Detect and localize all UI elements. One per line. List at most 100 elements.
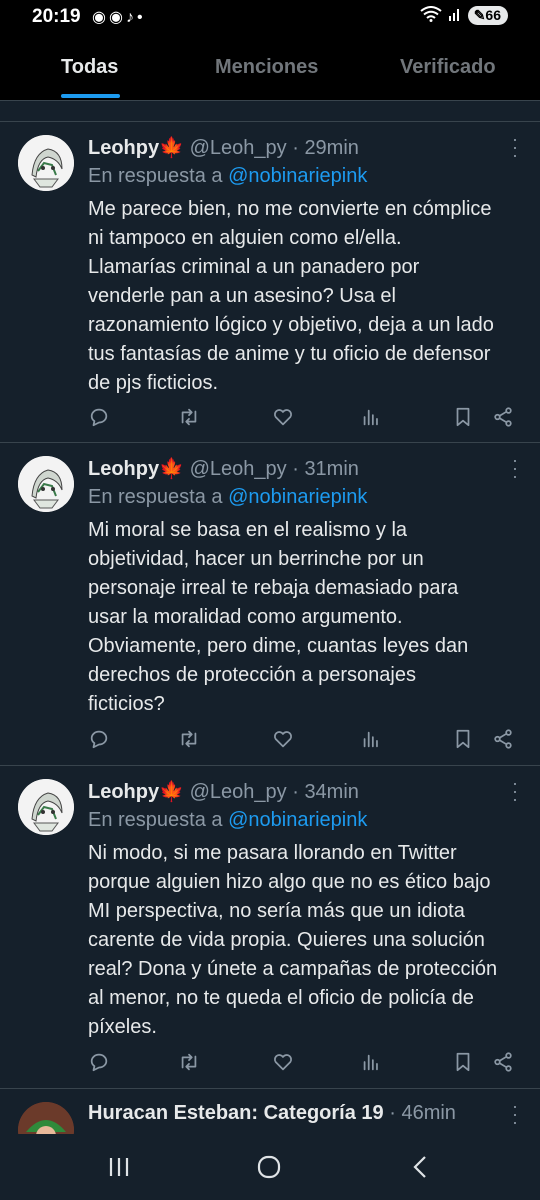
bookmark-icon[interactable] [452, 1051, 476, 1075]
tweet-actions [88, 728, 528, 752]
tweet-time[interactable]: 29min [304, 137, 358, 159]
more-options-icon[interactable]: · · · [512, 130, 518, 164]
discord-icon: ◉ [108, 9, 126, 26]
share-icon[interactable] [492, 728, 516, 752]
author-handle[interactable]: @Leoh_py [190, 458, 287, 480]
reply-icon[interactable] [88, 406, 112, 430]
views-icon[interactable] [360, 1051, 384, 1075]
signal-icon [448, 7, 462, 24]
tweet[interactable]: Huracan Esteban: Categoría 19 · 46min · ·… [0, 1089, 540, 1134]
tweet-text-line: derechos de protección a personajes [88, 664, 416, 686]
author-name[interactable]: Leohpy [88, 137, 159, 159]
tweet-actions [88, 406, 528, 430]
tweet-author[interactable]: Huracan Esteban: Categoría 19 · 46min [88, 1102, 456, 1125]
tweet-text-line: al menor, no te queda el oficio de polic… [88, 987, 474, 1009]
tweet-author[interactable]: Leohpy🍁 @Leoh_py · 34min [88, 779, 359, 804]
tweet-text-line: MI perspectiva, no sería más que un idio… [88, 900, 465, 922]
author-name[interactable]: Leohpy [88, 458, 159, 480]
tab-verificado[interactable]: Verificado [400, 56, 496, 79]
avatar[interactable] [18, 1102, 74, 1134]
active-tab-indicator [61, 94, 120, 98]
system-navigation-bar [0, 1134, 540, 1200]
author-handle[interactable]: @Leoh_py [190, 781, 287, 803]
tweet-text-line: Mi moral se basa en el realismo y la [88, 519, 408, 541]
tab-todas[interactable]: Todas [61, 56, 118, 79]
tweet-text: Me parece bien, no me convierte en cómpl… [88, 195, 528, 398]
tweet-author[interactable]: Leohpy🍁 @Leoh_py · 29min [88, 135, 359, 160]
avatar[interactable] [18, 779, 74, 835]
discord-icon: ◉ [92, 9, 109, 26]
tweet-text-line: porque alguien hizo algo que no es ético… [88, 871, 491, 893]
retweet-icon[interactable] [178, 1051, 202, 1075]
share-icon[interactable] [492, 1051, 516, 1075]
recent-apps-icon[interactable] [104, 1152, 134, 1182]
tweet-text-line: objetividad, hacer un berrinche por un [88, 548, 424, 570]
author-name[interactable]: Huracan Esteban: Categoría 19 [88, 1102, 384, 1124]
separator: · [292, 781, 299, 803]
battery-icon: ✎ [473, 7, 486, 23]
status-time: 20:19 [32, 6, 81, 27]
tweet-time[interactable]: 31min [304, 458, 358, 480]
more-options-icon[interactable]: · · · [512, 451, 518, 485]
tweet-text-line: Me parece bien, no me convierte en cómpl… [88, 198, 492, 220]
author-handle[interactable]: @Leoh_py [190, 137, 287, 159]
tweet-text-line: ficticios? [88, 693, 165, 715]
tweet-time[interactable]: 46min [401, 1102, 455, 1124]
tweet-text-line: Obviamente, pero dime, cuantas leyes dan [88, 635, 469, 657]
tiktok-icon: ♪ [125, 9, 137, 26]
tweet-time[interactable]: 34min [304, 781, 358, 803]
more-options-icon[interactable]: · · · [512, 774, 518, 808]
retweet-icon[interactable] [178, 728, 202, 752]
mention-link[interactable]: @nobinariepink [228, 486, 367, 508]
share-icon[interactable] [492, 406, 516, 430]
tweet-text-line: personaje irreal te rebaja demasiado par… [88, 577, 459, 599]
status-bar: 20:19 ◉◉♪• ✎66 [0, 0, 540, 36]
tweet-text-line: píxeles. [88, 1016, 157, 1038]
tweet-text-line: Llamarías criminal a un panadero por [88, 256, 420, 278]
tweet[interactable]: Leohpy🍁 @Leoh_py · 34min · · · En respuest… [0, 766, 540, 1089]
tweet[interactable]: Leohpy🍁 @Leoh_py · 29min · · · En respuest… [0, 122, 540, 443]
reply-icon[interactable] [88, 1051, 112, 1075]
reply-context: En respuesta a @nobinariepink [88, 165, 367, 188]
back-icon[interactable] [406, 1152, 436, 1182]
separator: · [292, 137, 299, 159]
views-icon[interactable] [360, 406, 384, 430]
like-icon[interactable] [272, 728, 296, 752]
bookmark-icon[interactable] [452, 728, 476, 752]
tweet-text: Mi moral se basa en el realismo y la obj… [88, 516, 528, 719]
reply-prefix: En respuesta a [88, 809, 223, 831]
reply-prefix: En respuesta a [88, 165, 223, 187]
avatar[interactable] [18, 135, 74, 191]
dot-icon: • [136, 9, 146, 26]
maple-leaf-icon: 🍁 [159, 458, 185, 480]
separator: · [292, 458, 299, 480]
more-options-icon[interactable]: · · · [512, 1097, 518, 1131]
mention-link[interactable]: @nobinariepink [228, 165, 367, 187]
retweet-icon[interactable] [178, 406, 202, 430]
like-icon[interactable] [272, 1051, 296, 1075]
author-name[interactable]: Leohpy [88, 781, 159, 803]
tweet[interactable]: Leohpy🍁 @Leoh_py · 31min · · · En respuest… [0, 443, 540, 766]
tweet-text-line: Ni modo, si me pasara llorando en Twitte… [88, 842, 457, 864]
reply-context: En respuesta a @nobinariepink [88, 486, 367, 509]
tweet-author[interactable]: Leohpy🍁 @Leoh_py · 31min [88, 456, 359, 481]
bookmark-icon[interactable] [452, 406, 476, 430]
maple-leaf-icon: 🍁 [159, 137, 185, 159]
mention-link[interactable]: @nobinariepink [228, 809, 367, 831]
maple-leaf-icon: 🍁 [159, 781, 185, 803]
tweet-text-line: razonamiento lógico y objetivo, deja a u… [88, 314, 494, 336]
tweet-actions [88, 1051, 528, 1075]
reply-context: En respuesta a @nobinariepink [88, 809, 367, 832]
tweet-text-line: ni tampoco en alguien como el/ella. [88, 227, 402, 249]
tweet-text-line: venderle pan a un asesino? Usa el [88, 285, 396, 307]
wifi-icon [420, 6, 442, 25]
avatar[interactable] [18, 456, 74, 512]
reply-icon[interactable] [88, 728, 112, 752]
views-icon[interactable] [360, 728, 384, 752]
tweet-text-line: usar la moralidad como argumento. [88, 606, 403, 628]
tab-menciones[interactable]: Menciones [215, 56, 318, 79]
like-icon[interactable] [272, 406, 296, 430]
tweet-text-line: carente de vida propia. Quieres una solu… [88, 929, 485, 951]
notification-icons: ◉◉♪• [92, 7, 146, 27]
home-icon[interactable] [254, 1152, 284, 1182]
